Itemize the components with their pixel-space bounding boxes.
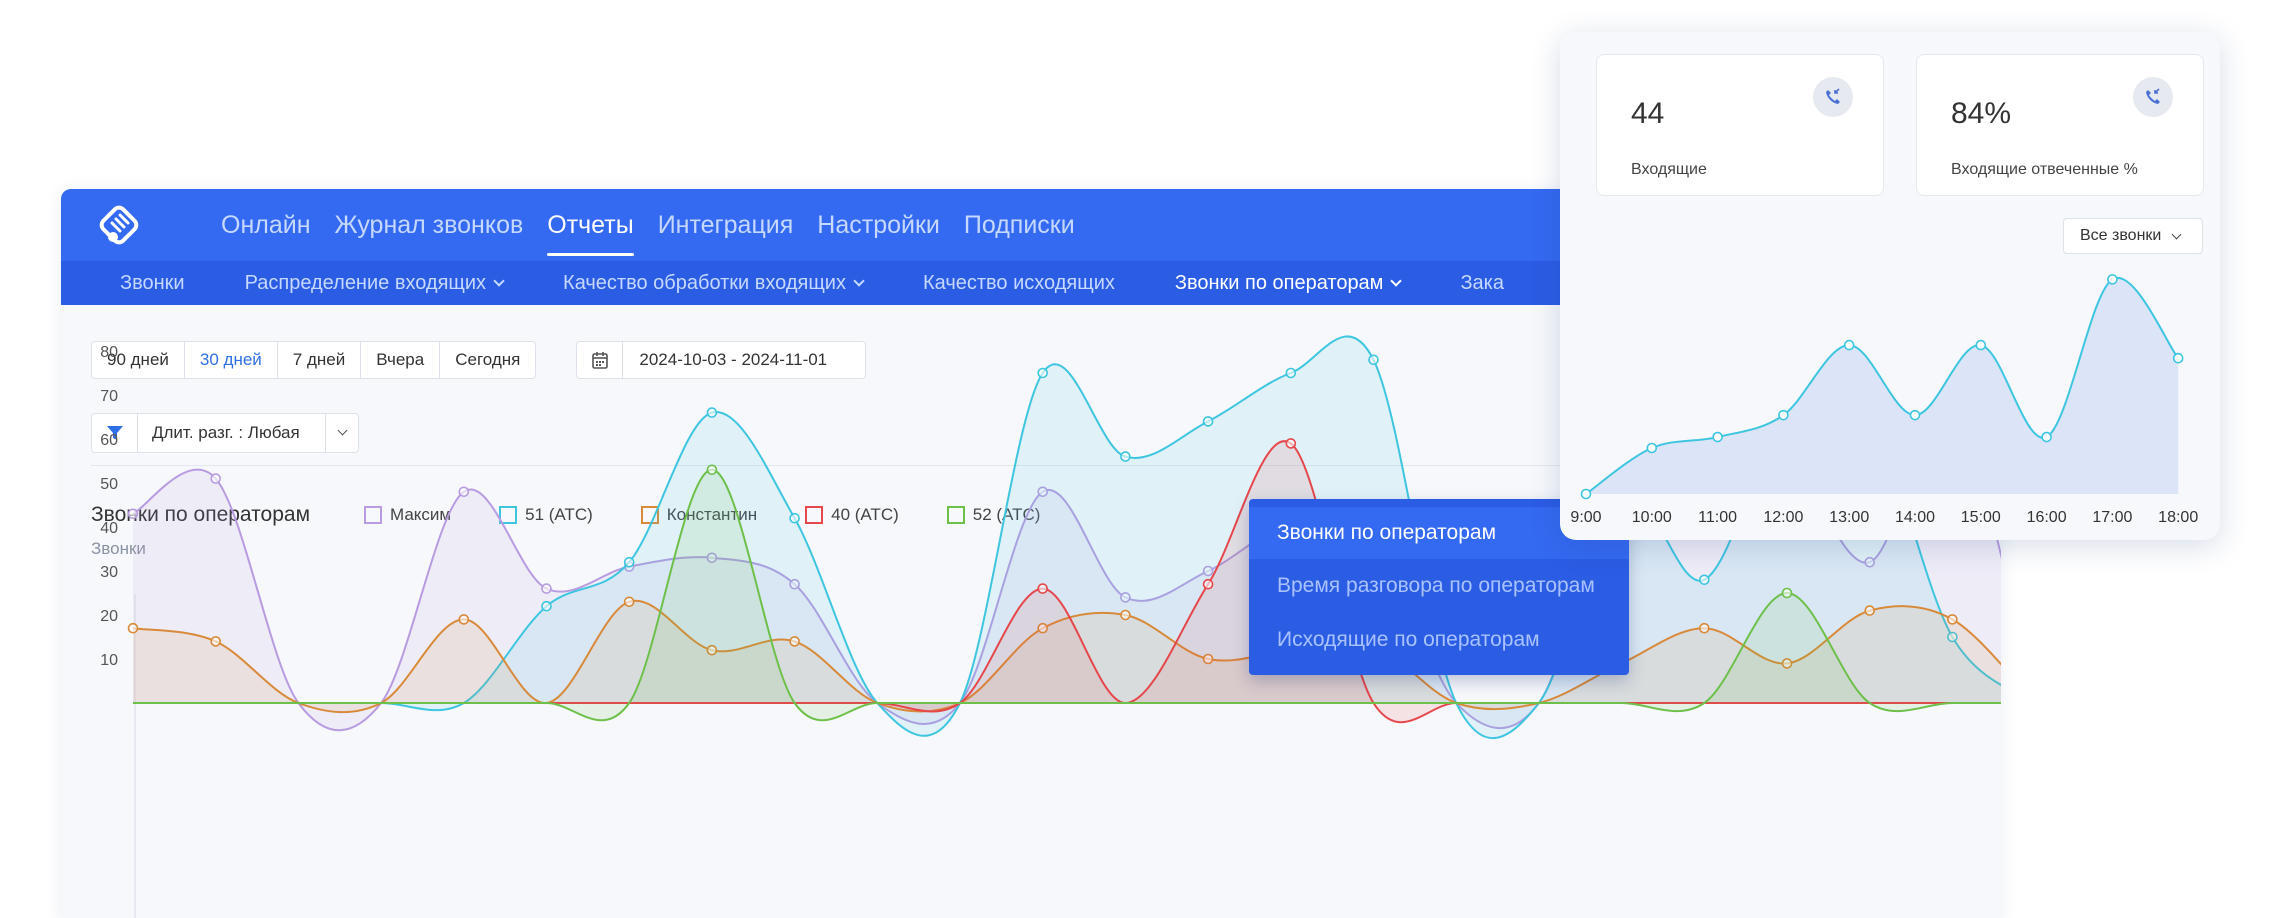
dropdown-item-2[interactable]: Исходящие по операторам — [1249, 613, 1629, 667]
hourly-area — [1586, 277, 2179, 494]
hourly-x-label: 16:00 — [2027, 509, 2067, 526]
data-point[interactable] — [706, 407, 718, 418]
data-point[interactable] — [623, 596, 635, 608]
data-point[interactable] — [1699, 622, 1710, 634]
hourly-point[interactable] — [1580, 488, 1592, 500]
dropdown-item-1[interactable]: Время разговора по операторам — [1249, 559, 1629, 613]
data-point[interactable] — [458, 486, 470, 498]
y-tick-label: 20 — [100, 608, 118, 625]
hourly-point[interactable] — [1909, 409, 1921, 421]
data-point[interactable] — [210, 473, 221, 484]
hourly-x-label: 9:00 — [1570, 509, 1601, 526]
data-point[interactable] — [1285, 438, 1297, 449]
y-tick-label: 70 — [100, 388, 118, 405]
hourly-point[interactable] — [2041, 431, 2052, 443]
hourly-point[interactable] — [2107, 274, 2118, 285]
y-tick-label: 60 — [100, 432, 118, 449]
data-point[interactable] — [1285, 367, 1297, 379]
data-point[interactable] — [1202, 578, 1214, 590]
data-point[interactable] — [127, 508, 139, 520]
hourly-x-label: 15:00 — [1961, 509, 2001, 526]
hourly-x-label: 12:00 — [1763, 509, 1803, 526]
data-point[interactable] — [1120, 451, 1131, 462]
data-point[interactable] — [1202, 416, 1214, 427]
data-point[interactable] — [789, 636, 800, 647]
hourly-point[interactable] — [1843, 339, 1855, 351]
hourly-point[interactable] — [1646, 442, 1658, 454]
data-point[interactable] — [623, 556, 635, 568]
data-point[interactable] — [458, 614, 470, 625]
hourly-x-label: 11:00 — [1698, 509, 1737, 526]
data-point[interactable] — [789, 512, 800, 524]
y-tick-label: 30 — [100, 564, 118, 581]
hourly-x-label: 10:00 — [1632, 509, 1672, 526]
data-point[interactable] — [210, 636, 221, 647]
data-point[interactable] — [1037, 583, 1049, 594]
y-tick-label: 50 — [100, 476, 118, 493]
data-point[interactable] — [1781, 587, 1793, 599]
data-point[interactable] — [1947, 614, 1958, 625]
hourly-x-label: 18:00 — [2158, 509, 2198, 526]
data-point[interactable] — [1864, 605, 1875, 616]
hourly-point[interactable] — [1975, 339, 1987, 351]
y-tick-label: 80 — [100, 344, 118, 361]
data-point[interactable] — [127, 622, 139, 634]
hourly-x-label: 14:00 — [1895, 509, 1935, 526]
hourly-x-label: 13:00 — [1829, 509, 1869, 526]
data-point[interactable] — [1368, 354, 1379, 366]
data-point[interactable] — [1120, 609, 1131, 621]
hourly-point[interactable] — [2172, 352, 2184, 364]
hourly-x-label: 17:00 — [2092, 509, 2132, 526]
y-tick-label: 10 — [100, 652, 118, 669]
hourly-point[interactable] — [1712, 431, 1723, 443]
data-point[interactable] — [541, 583, 552, 594]
data-point[interactable] — [706, 464, 718, 476]
y-tick-label: 40 — [100, 520, 118, 537]
hourly-calls-chart: 9:00 10:00 11:00 12:00 13:00 14:00 15:00 16:00 1… — [1570, 274, 2198, 526]
data-point[interactable] — [1037, 367, 1049, 379]
hourly-point[interactable] — [1778, 409, 1789, 421]
data-point[interactable] — [541, 600, 552, 612]
summary-panel: 44 Входящие 84% Входящие отвеченные % Вс… — [1560, 32, 2220, 540]
data-point[interactable] — [1699, 574, 1710, 586]
